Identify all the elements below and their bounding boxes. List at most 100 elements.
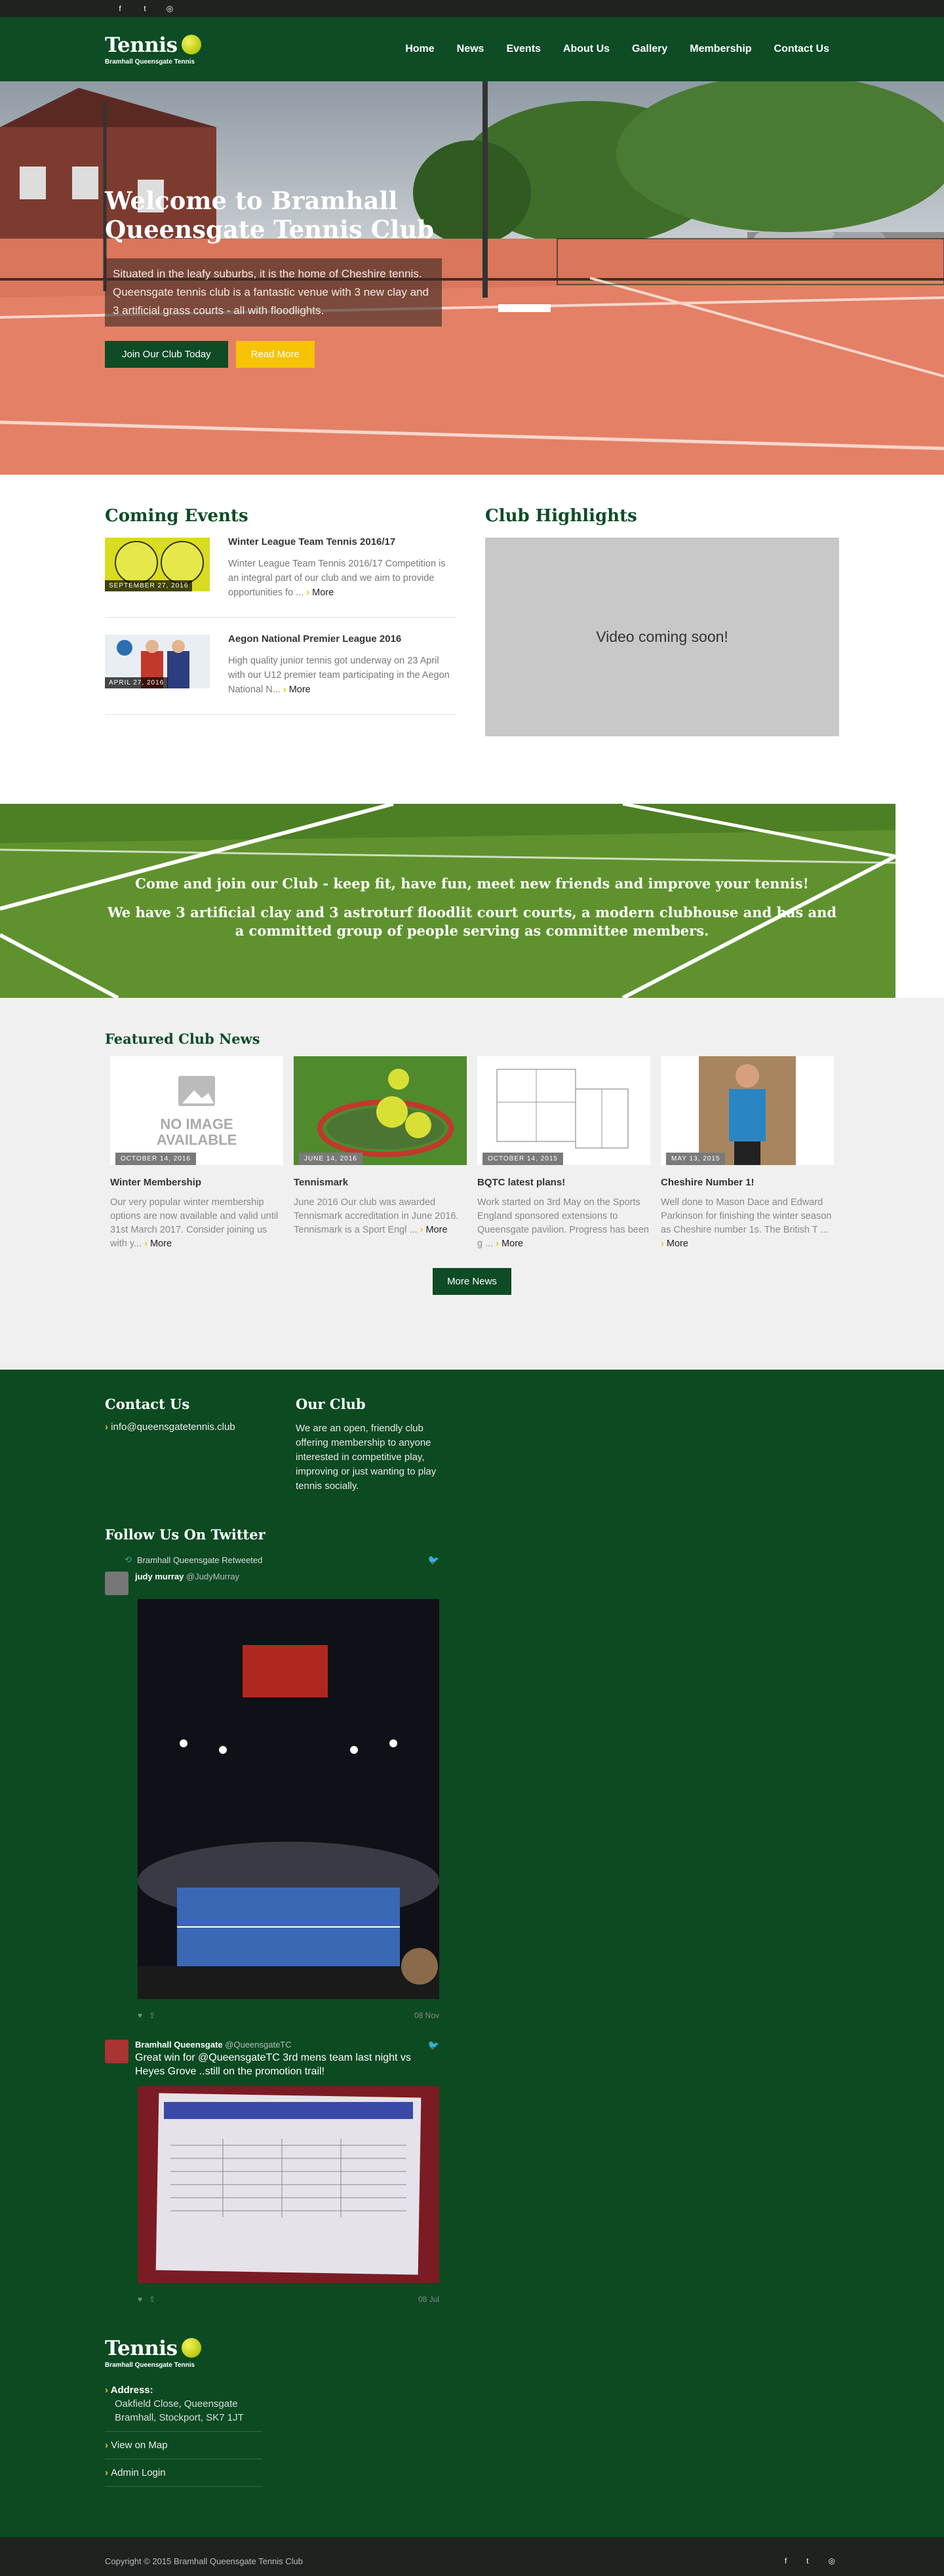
- tweet-author-name[interactable]: Bramhall Queensgate @QueensgateTC: [135, 2040, 439, 2050]
- footer-logo[interactable]: Tennis Bramhall Queensgate Tennis: [105, 2337, 839, 2369]
- tweet-actions[interactable]: ♥ ⇪: [138, 2011, 155, 2020]
- nav-events[interactable]: Events: [506, 43, 540, 55]
- join-club-button[interactable]: Join Our Club Today: [105, 341, 228, 368]
- facebook-icon[interactable]: f: [115, 4, 125, 13]
- divider: [105, 2486, 262, 2487]
- footer-columns: Contact Us › info@queensgatetennis.club …: [105, 1396, 839, 1494]
- news-more-link[interactable]: More: [420, 1225, 448, 1235]
- floor-plan-image: [477, 1056, 650, 1165]
- twitter-icon[interactable]: t: [806, 2556, 808, 2566]
- news-image[interactable]: MAY 13, 2015: [661, 1056, 834, 1165]
- news-card-title[interactable]: BQTC latest plans!: [477, 1177, 650, 1188]
- nav-news[interactable]: News: [457, 43, 484, 55]
- view-map-link[interactable]: › View on Map: [105, 2438, 839, 2452]
- tweet-actions[interactable]: ♥ ⇪: [138, 2295, 155, 2304]
- arena-image: [138, 1599, 439, 1999]
- twitter-icon[interactable]: t: [140, 4, 149, 13]
- event-excerpt: Winter League Team Tennis 2016/17 Compet…: [228, 557, 456, 600]
- event-more-link[interactable]: More: [306, 587, 334, 598]
- retweet-text: Bramhall Queensgate Retweeted: [136, 1555, 263, 1565]
- facebook-icon[interactable]: f: [785, 2556, 787, 2566]
- news-date: MAY 13, 2015: [666, 1153, 726, 1165]
- author-handle: @QueensgateTC: [225, 2040, 292, 2050]
- nav-home[interactable]: Home: [405, 43, 434, 55]
- main-nav: Home News Events About Us Gallery Member…: [405, 43, 829, 55]
- bottom-bar: Copyright © 2015 Bramhall Queensgate Ten…: [0, 2537, 944, 2576]
- chevron-right-icon: ›: [105, 2385, 111, 2396]
- instagram-icon[interactable]: ◎: [165, 4, 174, 13]
- tweet-photo[interactable]: [138, 2086, 439, 2283]
- more-news-button[interactable]: More News: [433, 1268, 511, 1295]
- nav-membership[interactable]: Membership: [690, 43, 751, 55]
- twitter-bird-icon[interactable]: 🐦: [428, 1555, 439, 1566]
- nav-contact-us[interactable]: Contact Us: [774, 43, 829, 55]
- chevron-right-icon: ›: [105, 1421, 111, 1433]
- tweet-time[interactable]: 08 Jul: [418, 2295, 439, 2304]
- no-image-placeholder: [110, 1056, 283, 1165]
- tweet-author-name[interactable]: judy murray @JudyMurray: [135, 1572, 239, 1581]
- hero-buttons: Join Our Club Today Read More: [105, 341, 446, 368]
- tweet-photo[interactable]: [138, 1599, 439, 1999]
- event-thumbnail[interactable]: APRIL 27, 2016: [105, 635, 210, 688]
- avatar[interactable]: [105, 2040, 128, 2063]
- logo-word: Tennis: [105, 2337, 178, 2360]
- news-more-link[interactable]: More: [496, 1238, 523, 1249]
- racket-balls-image: [294, 1056, 467, 1165]
- club-title: Our Club: [296, 1396, 366, 1412]
- tennis-ball-icon: [182, 2338, 201, 2358]
- tweet: 🐦 ⟲ Bramhall Queensgate Retweeted judy mu…: [105, 1555, 439, 2020]
- news-image[interactable]: OCTOBER 14, 2015: [477, 1056, 650, 1165]
- nav-about-us[interactable]: About Us: [563, 43, 610, 55]
- instagram-icon[interactable]: ◎: [829, 2556, 835, 2566]
- event-more-link[interactable]: More: [283, 684, 311, 695]
- tweet-time[interactable]: 08 Nov: [414, 2011, 439, 2020]
- news-more-link[interactable]: More: [661, 1238, 688, 1249]
- tennis-ball-icon: [182, 34, 201, 54]
- event-thumbnail[interactable]: SEPTEMBER 27, 2016: [105, 538, 210, 591]
- news-card: JUNE 14, 2016 Tennismark June 2016 Our c…: [294, 1056, 467, 1251]
- news-card: OCTOBER 14, 2015 BQTC latest plans! Work…: [477, 1056, 650, 1251]
- banner-line-1: Come and join our Club - keep fit, have …: [135, 875, 809, 892]
- hero-title: Welcome to Bramhall Queensgate Tennis Cl…: [105, 186, 434, 244]
- club-text: We are an open, friendly club offering m…: [296, 1423, 437, 1492]
- address-block: › Address: Oakfield Close, Queensgate Br…: [105, 2383, 839, 2487]
- contact-title: Contact Us: [105, 1396, 190, 1412]
- club-highlights: Club Highlights Video coming soon!: [485, 506, 839, 804]
- email-link[interactable]: › info@queensgatetennis.club: [105, 1421, 296, 1433]
- twitter-bird-icon[interactable]: 🐦: [428, 2040, 439, 2051]
- player-photo-image: [661, 1056, 834, 1165]
- featured-news: Featured Club News NO IMAGE AVAILABLE OC…: [0, 998, 944, 1370]
- retweet-icon: ⟲: [125, 1555, 132, 1564]
- news-image[interactable]: JUNE 14, 2016: [294, 1056, 467, 1165]
- contact-column: Contact Us › info@queensgatetennis.club: [105, 1396, 296, 1494]
- more-news-wrap: More News: [105, 1268, 839, 1295]
- chevron-right-icon: ›: [105, 2440, 111, 2451]
- event-excerpt: High quality junior tennis got underway …: [228, 654, 456, 697]
- author-name: judy murray: [135, 1572, 184, 1581]
- news-card-title[interactable]: Tennismark: [294, 1177, 467, 1188]
- event-title[interactable]: Winter League Team Tennis 2016/17: [228, 536, 456, 547]
- banner-text: Come and join our Club - keep fit, have …: [0, 875, 944, 951]
- site-footer: Contact Us › info@queensgatetennis.club …: [0, 1370, 944, 2537]
- event-title[interactable]: Aegon National Premier League 2016: [228, 633, 456, 644]
- highlights-title: Club Highlights: [485, 506, 637, 526]
- admin-login-text: Admin Login: [111, 2467, 166, 2478]
- tweet-meta: ♥ ⇪ 08 Nov: [138, 2011, 439, 2020]
- news-card-title[interactable]: Winter Membership: [110, 1177, 283, 1188]
- news-more-link[interactable]: More: [144, 1238, 172, 1249]
- nav-gallery[interactable]: Gallery: [632, 43, 667, 55]
- news-cards: NO IMAGE AVAILABLE OCTOBER 14, 2016 Wint…: [110, 1056, 839, 1251]
- event-item: APRIL 27, 2016 Aegon National Premier Le…: [105, 633, 456, 715]
- news-card-excerpt: Our very popular winter membership optio…: [110, 1196, 283, 1251]
- site-logo[interactable]: Tennis Bramhall Queensgate Tennis: [105, 33, 201, 66]
- admin-login-link[interactable]: › Admin Login: [105, 2466, 839, 2480]
- email-text: info@queensgatetennis.club: [111, 1421, 235, 1433]
- news-card-title[interactable]: Cheshire Number 1!: [661, 1177, 834, 1188]
- logo-tagline: Bramhall Queensgate Tennis: [105, 58, 195, 66]
- news-image[interactable]: NO IMAGE AVAILABLE OCTOBER 14, 2016: [110, 1056, 283, 1165]
- avatar[interactable]: [105, 1572, 128, 1595]
- read-more-button[interactable]: Read More: [235, 341, 315, 368]
- no-image-text: NO IMAGE AVAILABLE: [156, 1116, 237, 1148]
- tweet-author: judy murray @JudyMurray: [105, 1572, 439, 1595]
- scorecard-image: [138, 2086, 439, 2283]
